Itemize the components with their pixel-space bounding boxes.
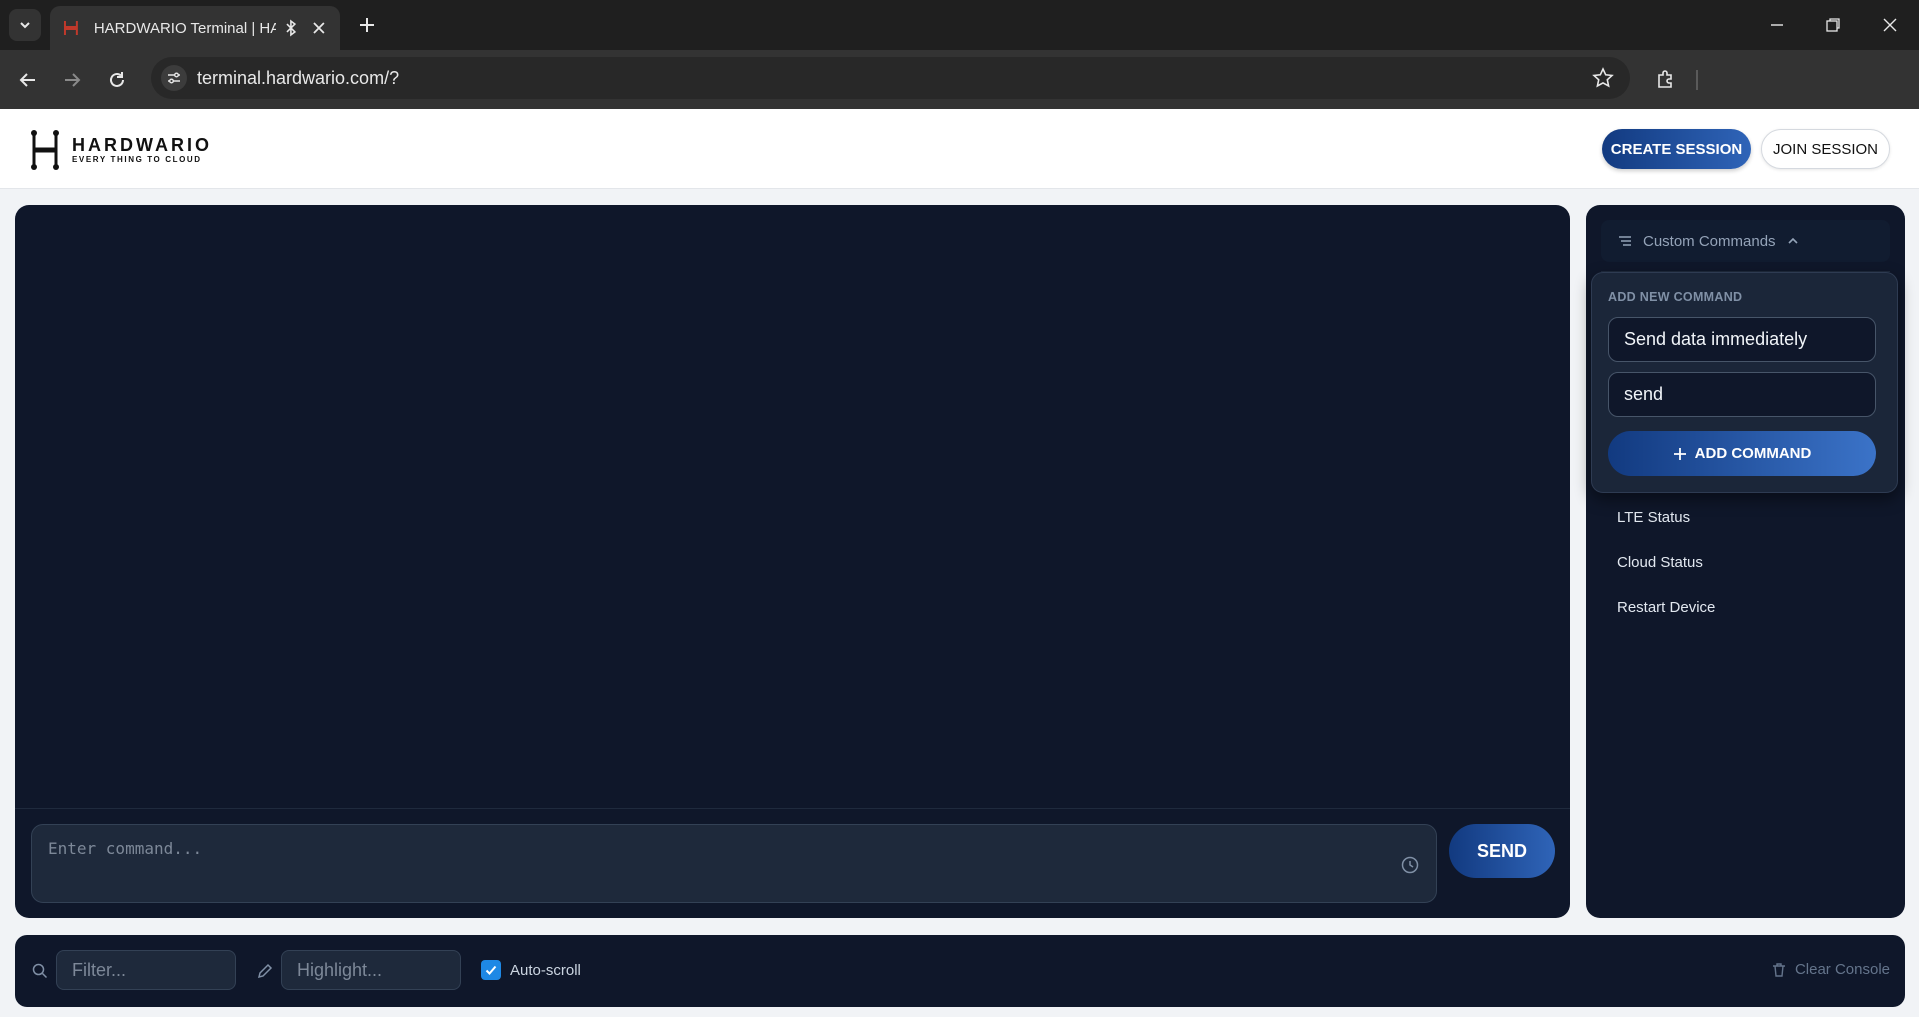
trash-icon xyxy=(1772,962,1785,977)
address-bar[interactable]: terminal.hardwario.com/? xyxy=(151,57,1630,99)
command-item-cloud-status[interactable]: Cloud Status xyxy=(1601,540,1890,585)
command-value-input[interactable] xyxy=(1608,372,1876,417)
back-button[interactable] xyxy=(13,65,43,95)
toolbar-divider xyxy=(1696,70,1698,90)
terminal-input-bar: SEND xyxy=(15,808,1570,918)
clear-console-label: Clear Console xyxy=(1794,961,1890,978)
hardwario-logo[interactable]: HARDWARIO EVERY THING TO CLOUD xyxy=(28,129,212,171)
logo-tagline: EVERY THING TO CLOUD xyxy=(72,155,202,164)
autoscroll-toggle[interactable]: Auto-scroll xyxy=(481,960,581,980)
hardwario-logo-icon xyxy=(31,130,59,170)
send-button[interactable]: SEND xyxy=(1449,824,1555,878)
browser-tab-active[interactable]: HARDWARIO Terminal | HARDWARIO xyxy=(50,6,340,50)
filter-lines-icon xyxy=(1619,236,1631,246)
extensions-button[interactable] xyxy=(1651,65,1681,95)
minimize-button[interactable] xyxy=(1762,10,1792,40)
puzzle-icon xyxy=(1658,70,1672,88)
highlight-input[interactable] xyxy=(281,950,461,990)
pencil-icon xyxy=(257,963,273,979)
add-command-panel: ADD NEW COMMAND ADD COMMAND xyxy=(1591,272,1898,493)
chevron-down-icon xyxy=(20,22,30,29)
autoscroll-label: Auto-scroll xyxy=(510,961,581,979)
bluetooth-icon xyxy=(286,19,297,37)
history-clock-icon[interactable] xyxy=(1400,855,1420,875)
custom-commands-sidebar: Custom Commands LTE Status Cloud Status … xyxy=(1586,205,1905,918)
url-text: terminal.hardwario.com/? xyxy=(197,68,400,88)
join-session-button[interactable]: JOIN SESSION xyxy=(1761,129,1890,169)
close-icon xyxy=(1883,18,1897,32)
browser-toolbar: terminal.hardwario.com/? xyxy=(0,50,1919,109)
close-tab-icon[interactable] xyxy=(310,19,328,37)
command-item-restart-device[interactable]: Restart Device xyxy=(1601,585,1890,630)
autoscroll-checkbox[interactable] xyxy=(481,960,501,980)
clear-console-button[interactable]: Clear Console xyxy=(1771,961,1890,978)
add-command-title: ADD NEW COMMAND xyxy=(1608,290,1743,304)
forward-button[interactable] xyxy=(57,65,87,95)
close-window-button[interactable] xyxy=(1875,10,1905,40)
bookmark-star-icon[interactable] xyxy=(1592,67,1614,89)
add-command-label: ADD COMMAND xyxy=(1694,445,1812,462)
arrow-left-icon xyxy=(19,73,35,87)
console-filter-bar: Auto-scroll Clear Console xyxy=(15,935,1905,1007)
app-header: HARDWARIO EVERY THING TO CLOUD CREATE SE… xyxy=(0,109,1919,189)
restore-icon xyxy=(1826,18,1840,32)
arrow-right-icon xyxy=(65,73,81,87)
command-input[interactable] xyxy=(31,824,1437,903)
command-name-input[interactable] xyxy=(1608,317,1876,362)
terminal-output[interactable] xyxy=(15,205,1570,808)
filter-input[interactable] xyxy=(56,950,236,990)
minimize-icon xyxy=(1771,24,1783,26)
logo-name: HARDWARIO xyxy=(72,135,212,155)
terminal-panel: SEND xyxy=(15,205,1570,918)
hardwario-favicon-icon xyxy=(63,21,78,35)
browser-tabstrip: HARDWARIO Terminal | HARDWARIO xyxy=(0,0,1919,50)
add-command-button[interactable]: ADD COMMAND xyxy=(1608,431,1876,476)
restore-button[interactable] xyxy=(1818,10,1848,40)
site-info-button[interactable] xyxy=(161,65,187,91)
search-icon xyxy=(32,963,48,979)
custom-commands-label: Custom Commands xyxy=(1643,232,1776,250)
reload-button[interactable] xyxy=(102,65,132,95)
reload-icon xyxy=(110,72,124,87)
chevron-up-icon xyxy=(1787,237,1798,244)
command-list: LTE Status Cloud Status Restart Device xyxy=(1601,495,1890,630)
tab-title: HARDWARIO Terminal | HARDWARIO xyxy=(93,19,277,37)
command-item-lte-status[interactable]: LTE Status xyxy=(1601,495,1890,540)
plus-icon xyxy=(1673,447,1686,460)
tune-icon xyxy=(168,72,180,84)
custom-commands-toggle[interactable]: Custom Commands xyxy=(1601,220,1890,262)
logo-text: HARDWARIO EVERY THING TO CLOUD xyxy=(72,135,212,165)
tab-search-button[interactable] xyxy=(9,9,41,41)
new-tab-icon[interactable] xyxy=(354,12,380,38)
checkmark-icon xyxy=(485,965,497,975)
create-session-button[interactable]: CREATE SESSION xyxy=(1602,129,1751,169)
